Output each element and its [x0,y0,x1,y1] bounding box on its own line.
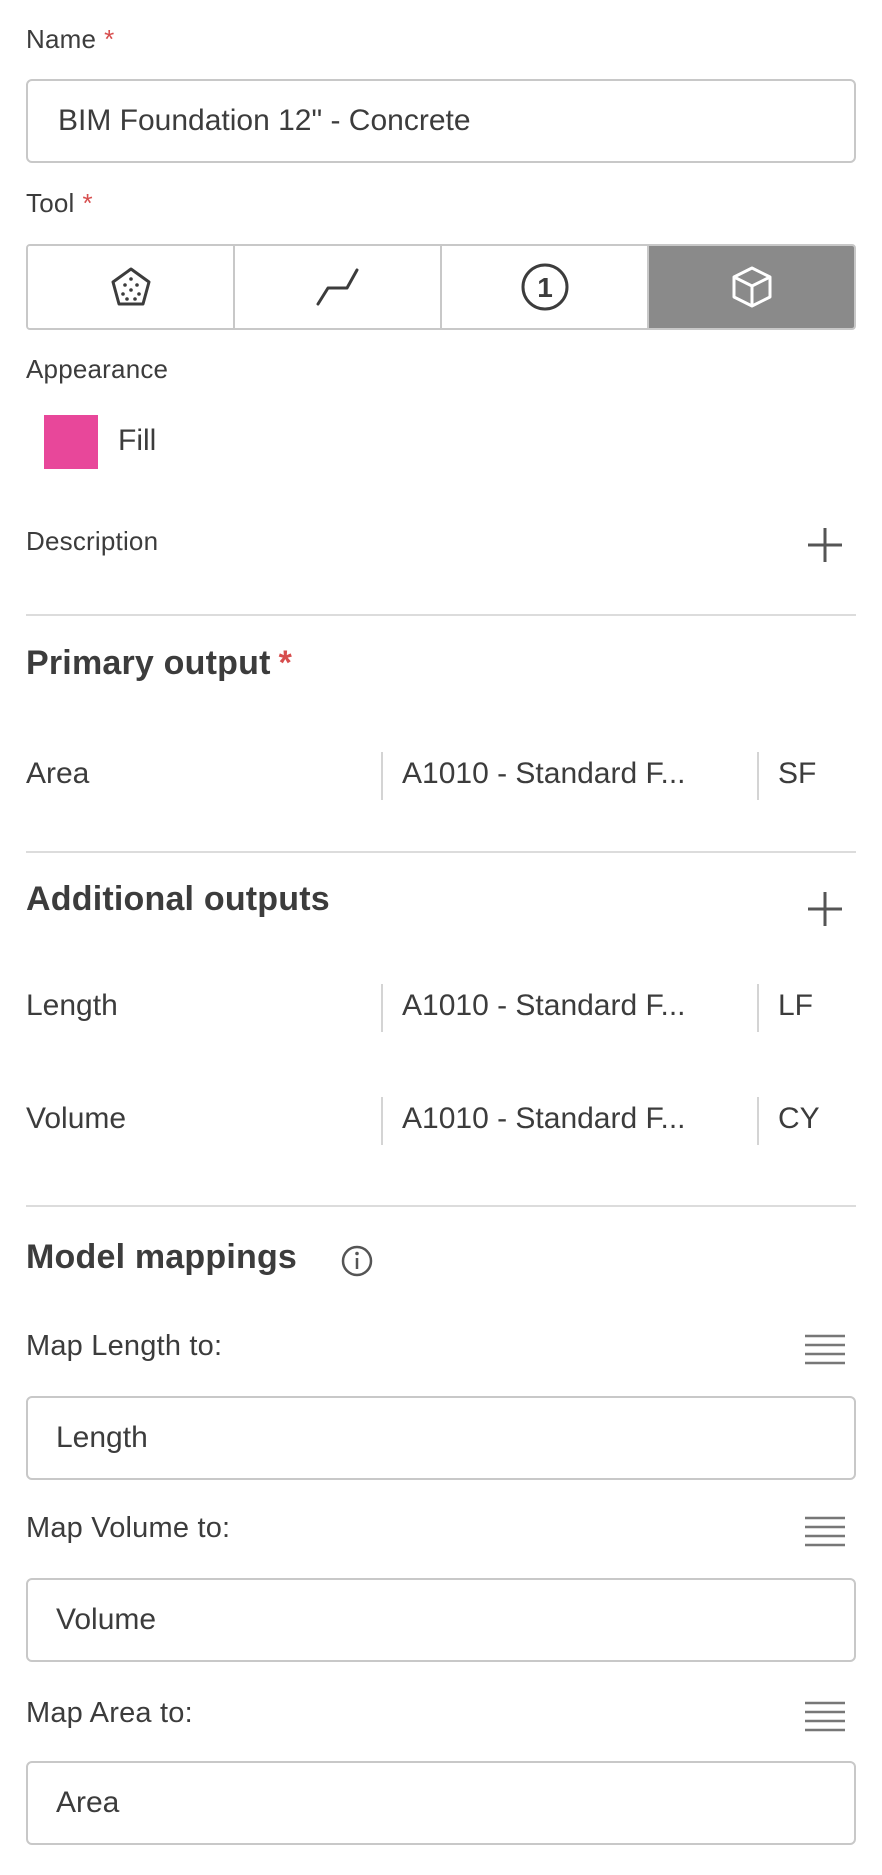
map-area-value: Area [56,1786,120,1819]
output-unit[interactable]: LF [778,989,813,1023]
cube-3d-icon [732,266,771,308]
polygon-area-icon [111,267,150,306]
column-separator [381,984,383,1032]
column-separator [757,1097,759,1145]
drag-handle-icon[interactable] [803,1512,847,1552]
tool-option-count[interactable]: 1 [442,246,649,328]
fill-label: Fill [118,424,157,457]
map-volume-value: Volume [56,1603,157,1636]
output-classification[interactable]: A1010 - Standard F... [402,989,686,1023]
required-asterisk: * [104,24,115,54]
name-label: Name * [26,24,114,55]
section-divider [26,1205,856,1207]
map-length-label: Map Length to: [26,1330,223,1362]
output-classification[interactable]: A1010 - Standard F... [402,1102,686,1136]
count-glyph: 1 [537,272,553,303]
count-number-icon: 1 [521,263,568,311]
output-unit[interactable]: SF [778,757,816,791]
map-area-input[interactable]: Area [26,1761,856,1845]
info-icon[interactable] [340,1244,374,1278]
output-quantity: Volume [26,1102,127,1135]
map-length-input[interactable]: Length [26,1396,856,1480]
primary-output-title: Primary output * [26,644,292,683]
additional-outputs-title: Additional outputs [26,880,330,918]
map-area-label: Map Area to: [26,1697,193,1729]
section-divider [26,614,856,616]
output-unit[interactable]: CY [778,1102,820,1136]
add-description-button[interactable] [800,520,850,570]
tool-label-text: Tool [26,188,75,218]
description-label: Description [26,526,159,556]
output-quantity: Area [26,757,90,790]
drag-handle-icon[interactable] [803,1697,847,1737]
section-divider [26,851,856,853]
map-volume-input[interactable]: Volume [26,1578,856,1662]
required-asterisk: * [82,188,93,218]
color-swatch[interactable] [44,415,98,469]
model-mappings-title: Model mappings [26,1238,298,1276]
map-volume-label: Map Volume to: [26,1512,231,1544]
column-separator [757,984,759,1032]
tool-option-linear[interactable] [235,246,442,328]
tool-selector[interactable]: 1 [26,244,856,330]
required-asterisk: * [278,644,293,682]
tool-option-3d[interactable] [649,246,854,328]
drag-handle-icon[interactable] [803,1330,847,1370]
tool-label: Tool * [26,188,93,219]
linear-line-icon [316,268,358,306]
name-input-value: BIM Foundation 12" - Concrete [58,104,471,137]
output-classification[interactable]: A1010 - Standard F... [402,757,686,791]
column-separator [381,752,383,800]
name-input[interactable]: BIM Foundation 12" - Concrete [26,79,856,163]
column-separator [381,1097,383,1145]
add-output-button[interactable] [800,884,850,934]
output-quantity: Length [26,989,118,1022]
tool-option-area[interactable] [28,246,235,328]
name-label-text: Name [26,24,97,54]
appearance-label: Appearance [26,354,169,384]
map-length-value: Length [56,1421,148,1454]
primary-output-title-text: Primary output [26,644,271,682]
column-separator [757,752,759,800]
